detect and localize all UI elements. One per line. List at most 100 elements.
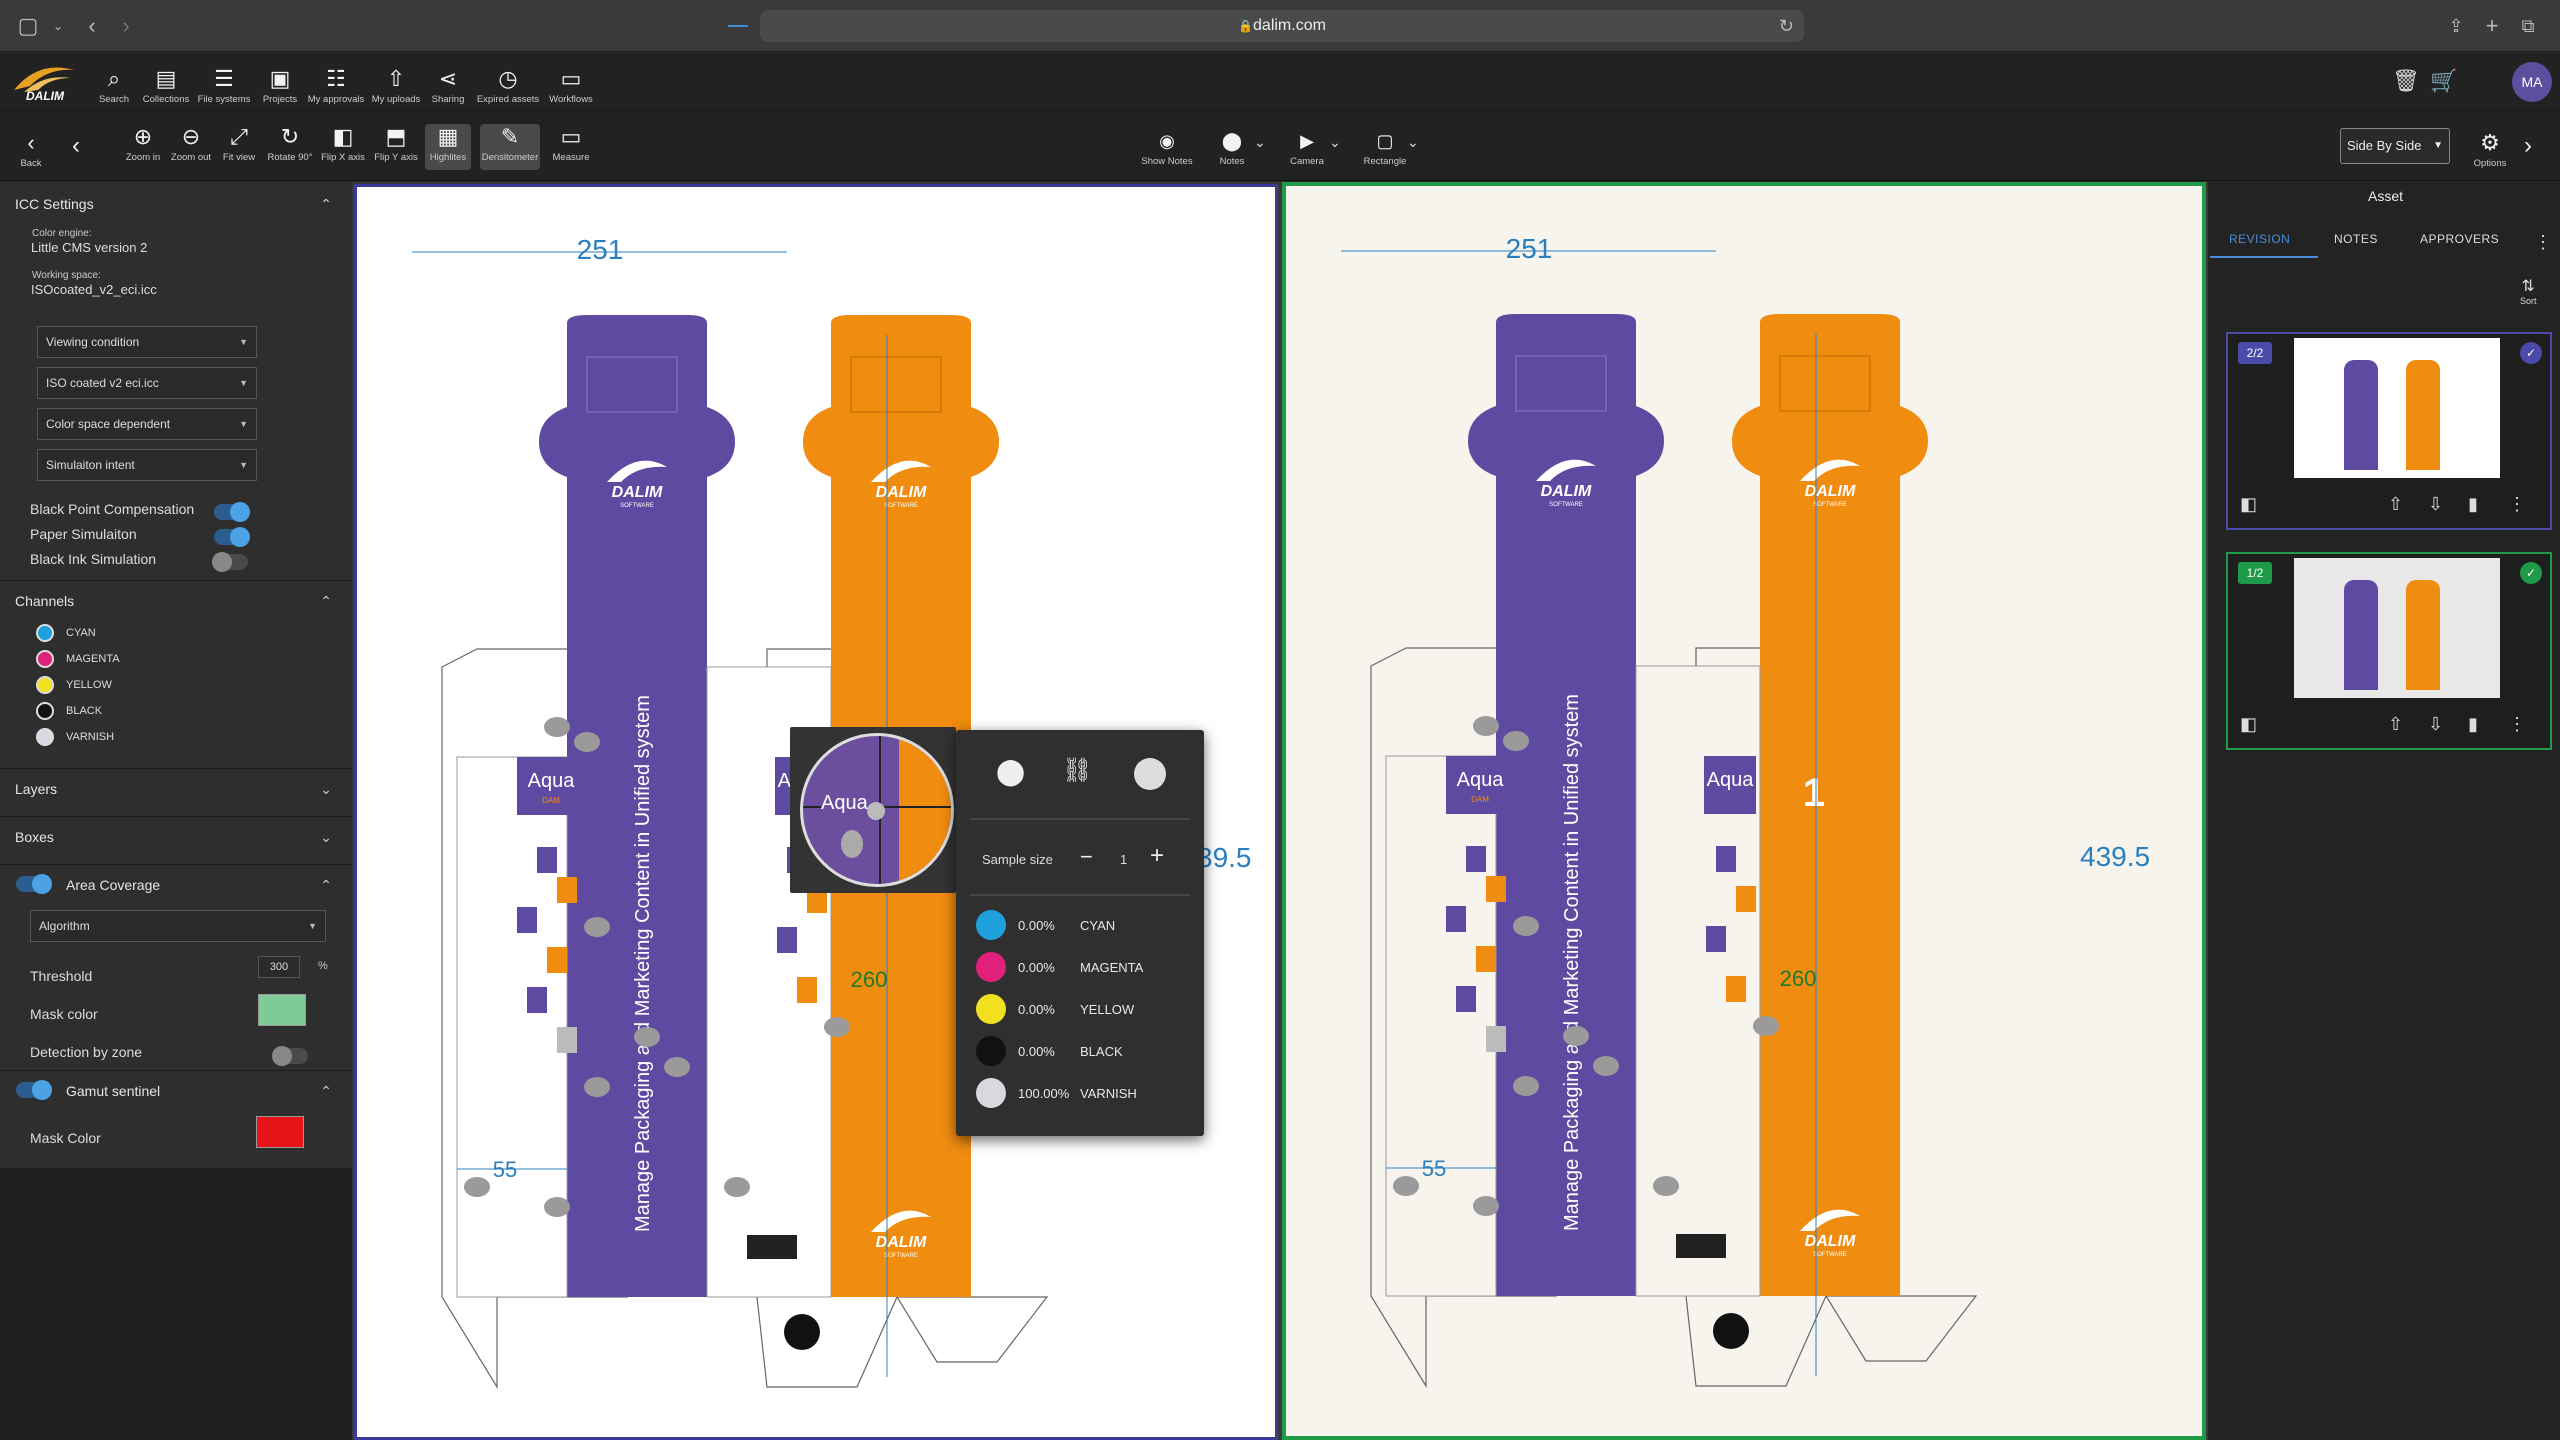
- color-space-select[interactable]: Color space dependent ▼: [37, 408, 257, 440]
- download-circle-icon[interactable]: ⇩: [2428, 714, 2443, 735]
- channel-varnish[interactable]: VARNISH: [36, 728, 114, 746]
- working-space-value: ISOcoated_v2_eci.icc: [31, 282, 157, 297]
- icc-settings-header[interactable]: ICC Settings ⌃: [0, 184, 352, 224]
- forward-arrow-icon[interactable]: ›: [112, 12, 140, 40]
- new-tab-icon[interactable]: +: [2478, 12, 2506, 40]
- side-dimension: 55: [1422, 1156, 1446, 1181]
- tool-zoom-in[interactable]: ⊕ Zoom in: [120, 124, 166, 170]
- nav-expired-assets[interactable]: ◷ Expired assets: [477, 66, 539, 105]
- channel-black[interactable]: BLACK: [36, 702, 102, 720]
- viewing-condition-select[interactable]: Viewing condition ▼: [37, 326, 257, 358]
- revision-card[interactable]: 2/2 ✓ ◧ ⇧ ⇩ ▮ ⋮: [2226, 332, 2552, 530]
- expand-arrow-icon[interactable]: ›: [2524, 132, 2532, 160]
- tabs-overview-icon[interactable]: ⧉: [2514, 12, 2542, 40]
- tool-densitometer[interactable]: ✎ Densitometer: [480, 124, 540, 170]
- channel-magenta[interactable]: MAGENTA: [36, 650, 120, 668]
- more-vertical-icon[interactable]: ⋮: [2508, 714, 2526, 735]
- nav-sharing[interactable]: ⋖ Sharing: [418, 66, 478, 105]
- bookmark-icon[interactable]: ▮: [2468, 494, 2478, 515]
- share-icon[interactable]: ⇪: [2442, 12, 2470, 40]
- nav-my-uploads[interactable]: ⇧ My uploads: [366, 66, 426, 105]
- cart-icon[interactable]: 🛒: [2430, 68, 2457, 94]
- tool-camera[interactable]: ▶ Camera: [1277, 128, 1337, 167]
- nav-workflows[interactable]: ▭ Workflows: [541, 66, 601, 105]
- detection-by-zone-toggle[interactable]: [272, 1046, 308, 1066]
- tool-notes[interactable]: ⬤ Notes: [1202, 128, 1262, 167]
- compare-icon[interactable]: ◧: [2240, 494, 2257, 515]
- more-vertical-icon[interactable]: ⋮: [2534, 232, 2552, 253]
- compare-icon[interactable]: ◧: [2240, 714, 2257, 735]
- upload-circle-icon[interactable]: ⇧: [2388, 494, 2403, 515]
- options-button[interactable]: ⚙ Options: [2470, 130, 2510, 169]
- nav-collections[interactable]: ▤ Collections: [136, 66, 196, 105]
- boxes-header[interactable]: Boxes ⌄: [0, 816, 352, 856]
- tab-notes[interactable]: NOTES: [2334, 232, 2378, 246]
- chevron-down-icon[interactable]: ⌄: [1329, 134, 1341, 151]
- reading-yellow: 0.00% YELLOW: [976, 994, 1134, 1024]
- sample-size-decrement[interactable]: −: [1080, 844, 1093, 870]
- layers-header[interactable]: Layers ⌄: [0, 768, 352, 808]
- back-button[interactable]: ‹ Back: [16, 130, 46, 169]
- chevron-down-icon[interactable]: ⌄: [44, 12, 72, 40]
- gamut-sentinel-toggle[interactable]: [16, 1080, 52, 1100]
- paper-simulation-toggle[interactable]: [214, 527, 250, 547]
- tool-show-notes[interactable]: ◉ Show Notes: [1137, 128, 1197, 167]
- pin-icon[interactable]: ⬤: [996, 756, 1025, 787]
- nav-search[interactable]: ⌕ Search: [84, 66, 144, 105]
- address-bar[interactable]: 🔒dalim.com ↻: [760, 10, 1804, 42]
- reading-cyan: 0.00% CYAN: [976, 910, 1115, 940]
- chevron-up-icon[interactable]: ⌃: [320, 865, 332, 905]
- user-avatar[interactable]: MA: [2512, 62, 2552, 102]
- chevron-down-icon: ⌄: [320, 781, 332, 797]
- gamut-mask-color-swatch[interactable]: [256, 1116, 304, 1148]
- icc-profile-select[interactable]: ISO coated v2 eci.icc ▼: [37, 367, 257, 399]
- download-circle-icon[interactable]: ⇩: [2428, 494, 2443, 515]
- tab-approvers[interactable]: APPROVERS: [2420, 232, 2499, 246]
- simulation-intent-select[interactable]: Simulaiton intent ▼: [37, 449, 257, 481]
- tool-flip-y-axis[interactable]: ⬒ Flip Y axis: [373, 124, 419, 170]
- sort-button[interactable]: ⇅ Sort: [2520, 276, 2537, 306]
- collapse-arrow-icon[interactable]: ‹: [72, 132, 80, 160]
- channel-cyan[interactable]: CYAN: [36, 624, 96, 642]
- nav-projects[interactable]: ▣ Projects: [250, 66, 310, 105]
- decor-square: [797, 977, 817, 1003]
- tool-fit-view[interactable]: ⤢ Fit view: [216, 124, 262, 170]
- unlink-icon[interactable]: ⛓: [1062, 756, 1092, 785]
- chevron-up-icon[interactable]: ⌃: [320, 1071, 332, 1111]
- tool-zoom-out[interactable]: ⊖ Zoom out: [168, 124, 214, 170]
- tool-flip-x-axis[interactable]: ◧ Flip X axis: [320, 124, 366, 170]
- sample-circle-icon[interactable]: [1134, 758, 1166, 790]
- chevron-up-icon: ⌃: [320, 196, 332, 212]
- trash-icon[interactable]: 🗑: [2392, 68, 2420, 94]
- chevron-down-icon[interactable]: ⌄: [1407, 134, 1419, 151]
- brand-text: DALIM: [1805, 1233, 1856, 1250]
- tool-rectangle[interactable]: ▢ Rectangle: [1355, 128, 1415, 167]
- black-ink-toggle[interactable]: [212, 552, 248, 572]
- channels-header[interactable]: Channels ⌃: [0, 580, 352, 620]
- revision-thumbnail[interactable]: [2294, 558, 2500, 698]
- upload-circle-icon[interactable]: ⇧: [2388, 714, 2403, 735]
- tool-measure[interactable]: ▭ Measure: [548, 124, 594, 170]
- sidebar-toggle-icon[interactable]: ▢: [14, 12, 42, 40]
- more-vertical-icon[interactable]: ⋮: [2508, 494, 2526, 515]
- threshold-input[interactable]: 300: [258, 956, 300, 978]
- revision-card[interactable]: 1/2 ✓ ◧ ⇧ ⇩ ▮ ⋮: [2226, 552, 2552, 750]
- chevron-down-icon[interactable]: ⌄: [1254, 134, 1266, 151]
- bookmark-icon[interactable]: ▮: [2468, 714, 2478, 735]
- channel-yellow[interactable]: YELLOW: [36, 676, 112, 694]
- reload-icon[interactable]: ↻: [1779, 10, 1794, 42]
- view-mode-select[interactable]: Side By Side ▼: [2340, 128, 2450, 164]
- revision-thumbnail[interactable]: [2294, 338, 2500, 478]
- nav-my-approvals[interactable]: ☷ My approvals: [306, 66, 366, 105]
- tool-highlites[interactable]: ▦ Highlites: [425, 124, 471, 170]
- tool-rotate-90-[interactable]: ↻ Rotate 90°: [267, 124, 313, 170]
- black-point-toggle[interactable]: [214, 502, 250, 522]
- algorithm-select[interactable]: Algorithm ▼: [30, 910, 326, 942]
- tab-revision[interactable]: REVISION: [2229, 232, 2290, 246]
- threshold-unit: %: [318, 960, 328, 972]
- mask-color-swatch[interactable]: [258, 994, 306, 1026]
- area-coverage-toggle[interactable]: [16, 874, 52, 894]
- nav-file-systems[interactable]: ☰ File systems: [194, 66, 254, 105]
- sample-size-increment[interactable]: +: [1150, 842, 1164, 870]
- back-arrow-icon[interactable]: ‹: [78, 12, 106, 40]
